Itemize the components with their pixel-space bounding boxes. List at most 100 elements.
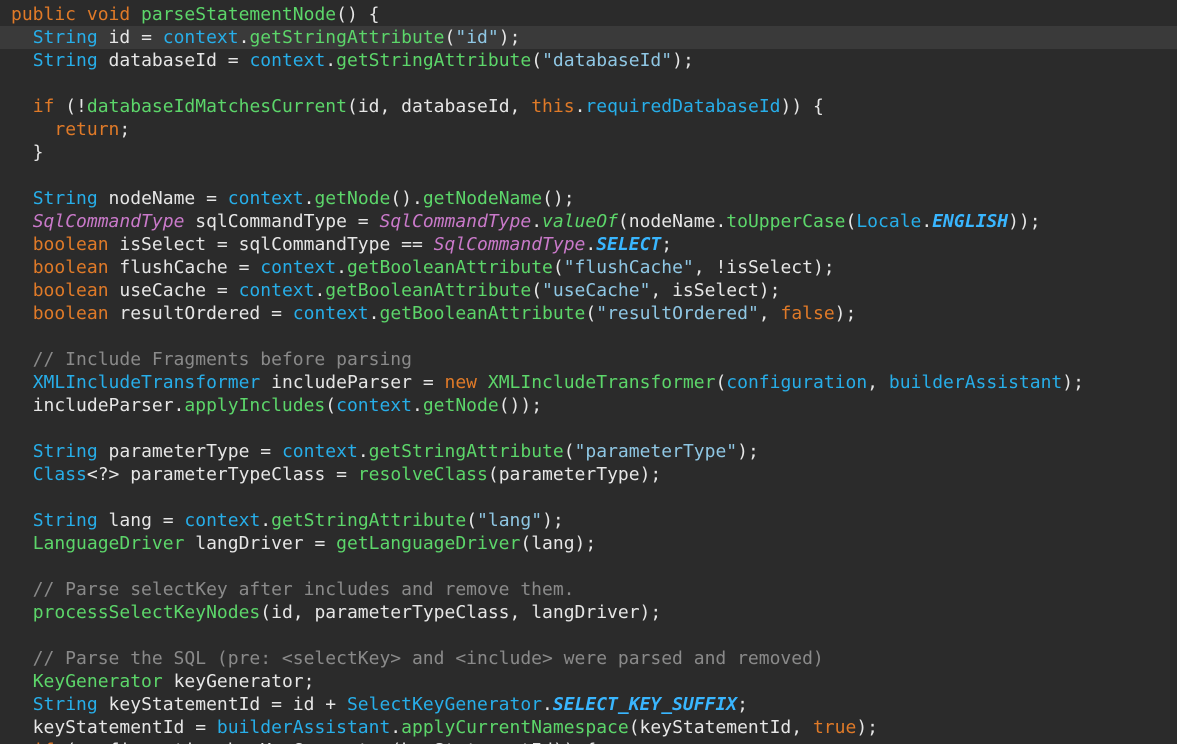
code-line[interactable]: processSelectKeyNodes(id, parameterTypeC…: [0, 601, 1177, 624]
code-token: requiredDatabaseId: [585, 96, 781, 117]
code-token: (: [552, 257, 564, 278]
code-token: processSelectKeyNodes: [32, 602, 261, 623]
code-token: ;: [119, 119, 131, 140]
code-line[interactable]: public void parseStatementNode() {: [0, 3, 1177, 26]
code-token: ENGLISH: [932, 211, 1009, 232]
code-token: if: [33, 740, 55, 744]
code-token: .: [390, 717, 402, 738]
code-token: ,: [758, 303, 781, 324]
code-line-text: KeyGenerator keyGenerator;: [11, 671, 315, 692]
code-line[interactable]: return;: [0, 118, 1177, 141]
code-token: databaseIdMatchesCurrent: [86, 96, 347, 117]
code-line[interactable]: [0, 325, 1177, 348]
code-token: String: [32, 694, 98, 715]
code-token: langDriver =: [184, 533, 337, 554]
code-token: context: [162, 27, 239, 48]
code-line[interactable]: includeParser.applyIncludes(context.getN…: [0, 394, 1177, 417]
code-line[interactable]: String keyStatementId = id + SelectKeyGe…: [0, 693, 1177, 716]
code-line[interactable]: // Parse selectKey after includes and re…: [0, 578, 1177, 601]
code-token: String: [32, 510, 98, 531]
code-line[interactable]: [0, 72, 1177, 95]
code-line[interactable]: [0, 417, 1177, 440]
code-token: .: [368, 303, 380, 324]
code-token: ;: [737, 694, 748, 715]
code-token: , !isSelect);: [693, 257, 835, 278]
code-line[interactable]: boolean isSelect = sqlCommandType == Sql…: [0, 233, 1177, 256]
code-token: getNodeName: [422, 188, 543, 209]
code-token: );: [1062, 372, 1084, 393]
code-token: getBooleanAttribute: [346, 257, 553, 278]
code-line[interactable]: if (!databaseIdMatchesCurrent(id, databa…: [0, 95, 1177, 118]
code-line[interactable]: // Include Fragments before parsing: [0, 348, 1177, 371]
code-token: nodeName =: [97, 188, 228, 209]
code-token: valueOf: [542, 211, 618, 232]
code-token: (: [531, 280, 543, 301]
code-token: configuration: [726, 372, 868, 393]
code-token: .: [542, 694, 553, 715]
code-token: builderAssistant: [888, 372, 1063, 393]
code-token: .: [531, 211, 543, 232]
code-token: getStringAttribute: [271, 510, 467, 531]
code-line[interactable]: [0, 624, 1177, 647]
code-line[interactable]: String nodeName = context.getNode().getN…: [0, 187, 1177, 210]
code-line-text: if (!databaseIdMatchesCurrent(id, databa…: [11, 96, 824, 117]
code-token: ));: [1008, 211, 1041, 232]
code-line[interactable]: [0, 486, 1177, 509]
code-token: (: [444, 27, 456, 48]
code-line-text: includeParser.applyIncludes(context.getN…: [11, 395, 542, 416]
code-token: this: [531, 96, 575, 117]
code-token: (: [715, 372, 727, 393]
code-editor[interactable]: public void parseStatementNode() { Strin…: [0, 0, 1177, 744]
code-line[interactable]: LanguageDriver langDriver = getLanguageD…: [0, 532, 1177, 555]
code-line[interactable]: XMLIncludeTransformer includeParser = ne…: [0, 371, 1177, 394]
code-token: KeyGenerator: [32, 671, 163, 692]
code-line[interactable]: SqlCommandType sqlCommandType = SqlComma…: [0, 210, 1177, 233]
code-token: .: [585, 234, 597, 255]
code-line[interactable]: keyStatementId = builderAssistant.applyC…: [0, 716, 1177, 739]
code-line[interactable]: [0, 164, 1177, 187]
code-token: Locale: [856, 211, 922, 232]
code-token: String: [32, 441, 98, 462]
code-line[interactable]: String databaseId = context.getStringAtt…: [0, 49, 1177, 72]
code-token: );: [834, 303, 857, 324]
code-line[interactable]: boolean resultOrdered = context.getBoole…: [0, 302, 1177, 325]
code-line[interactable]: String parameterType = context.getString…: [0, 440, 1177, 463]
code-line-text: LanguageDriver langDriver = getLanguageD…: [11, 533, 597, 554]
code-line[interactable]: [0, 555, 1177, 578]
code-line-text: return;: [11, 119, 130, 140]
code-token: isSelect = sqlCommandType ==: [108, 234, 434, 255]
code-line-text: // Parse the SQL (pre: <selectKey> and <…: [11, 648, 824, 669]
code-line-text: public void parseStatementNode() {: [11, 4, 379, 25]
code-token: resolveClass: [357, 464, 488, 485]
code-line-text: boolean resultOrdered = context.getBoole…: [11, 303, 857, 324]
code-line-text: // Parse selectKey after includes and re…: [11, 579, 575, 600]
code-line[interactable]: Class<?> parameterTypeClass = resolveCla…: [0, 463, 1177, 486]
code-line-text: String lang = context.getStringAttribute…: [11, 510, 564, 531]
code-line[interactable]: // Parse the SQL (pre: <selectKey> and <…: [0, 647, 1177, 670]
code-token: context: [184, 510, 261, 531]
code-line[interactable]: }: [0, 141, 1177, 164]
code-line[interactable]: boolean useCache = context.getBooleanAtt…: [0, 279, 1177, 302]
code-token: ().: [390, 188, 423, 209]
code-token: id =: [97, 27, 163, 48]
code-token: context: [281, 441, 358, 462]
code-token: SqlCommandType: [379, 211, 532, 232]
code-line-text: boolean flushCache = context.getBooleanA…: [11, 257, 835, 278]
code-line[interactable]: if (configuration.hasKeyGenerator(keySta…: [0, 739, 1177, 744]
code-line[interactable]: String id = context.getStringAttribute("…: [0, 26, 1177, 49]
code-token: ,: [867, 372, 889, 393]
code-token: );: [498, 27, 521, 48]
code-line[interactable]: KeyGenerator keyGenerator;: [0, 670, 1177, 693]
code-line[interactable]: boolean flushCache = context.getBooleanA…: [0, 256, 1177, 279]
code-line[interactable]: String lang = context.getStringAttribute…: [0, 509, 1177, 532]
code-token: // Parse the SQL (pre: <selectKey> and <…: [11, 648, 824, 669]
code-token: .: [921, 211, 933, 232]
